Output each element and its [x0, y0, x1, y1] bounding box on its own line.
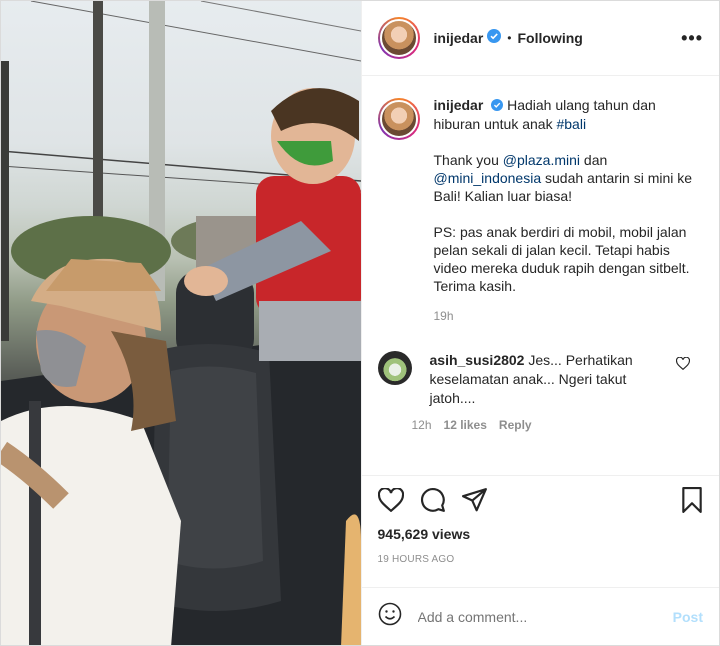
emoji-icon[interactable]	[378, 602, 402, 631]
comment-icon[interactable]	[420, 487, 446, 518]
heart-icon[interactable]	[377, 486, 404, 517]
reply-button[interactable]: Reply	[499, 418, 532, 432]
caption: inijedar Hadiah ulang tahun dan hiburan …	[377, 96, 704, 325]
post-header: inijedar • Following •••	[361, 1, 719, 76]
post-video[interactable]	[1, 1, 361, 645]
post-actions: 945,629 views 19 HOURS AGO	[361, 475, 719, 587]
author-username[interactable]: inijedar	[434, 30, 484, 46]
comment-text: asih_susi2802 Jes... Perhatikan keselama…	[430, 351, 660, 408]
separator-dot: •	[507, 31, 512, 45]
share-icon[interactable]	[461, 487, 488, 517]
post-age[interactable]: 19 HOURS AGO	[378, 554, 704, 565]
comments-section: inijedar Hadiah ulang tahun dan hiburan …	[362, 76, 720, 475]
comment-input[interactable]	[417, 608, 673, 625]
post-details-panel: inijedar • Following ••• inijedar Hadiah…	[360, 1, 720, 645]
comment-timestamp[interactable]: 12h	[412, 418, 432, 432]
mention-mini-indonesia[interactable]: @mini_indonesia	[434, 170, 542, 186]
mention-plaza-mini[interactable]: @plaza.mini	[503, 152, 580, 168]
verified-icon	[491, 97, 504, 115]
verified-icon	[487, 28, 502, 48]
caption-avatar[interactable]	[377, 98, 420, 140]
save-icon[interactable]	[681, 486, 703, 518]
video-frame-illustration	[1, 1, 361, 645]
commenter-avatar[interactable]	[377, 351, 412, 386]
hashtag-link[interactable]: #bali	[556, 116, 586, 132]
caption-para2-prefix: Thank you	[433, 152, 503, 169]
comment-likes[interactable]: 12 likes	[444, 418, 487, 432]
caption-username[interactable]: inijedar	[434, 97, 484, 113]
caption-para3: PS: pas anak berdiri di mobil, mobil jal…	[433, 224, 690, 295]
more-icon[interactable]: •••	[681, 28, 703, 49]
comment-like-heart-icon[interactable]	[675, 356, 690, 432]
comment-meta: 12h 12 likes Reply	[412, 418, 660, 432]
caption-timestamp[interactable]: 19h	[434, 307, 704, 325]
caption-para2-mid: dan	[580, 152, 608, 169]
following-button[interactable]: Following	[518, 30, 583, 46]
commenter-username[interactable]: asih_susi2802	[430, 352, 525, 368]
caption-text: inijedar Hadiah ulang tahun dan hiburan …	[434, 96, 704, 325]
author-avatar[interactable]	[377, 17, 420, 59]
add-comment-bar: Post	[361, 587, 719, 645]
post-button[interactable]: Post	[673, 609, 703, 625]
view-count[interactable]: 945,629 views	[378, 526, 704, 542]
instagram-post: inijedar • Following ••• inijedar Hadiah…	[0, 0, 720, 646]
comment-item: asih_susi2802 Jes... Perhatikan keselama…	[377, 351, 704, 432]
